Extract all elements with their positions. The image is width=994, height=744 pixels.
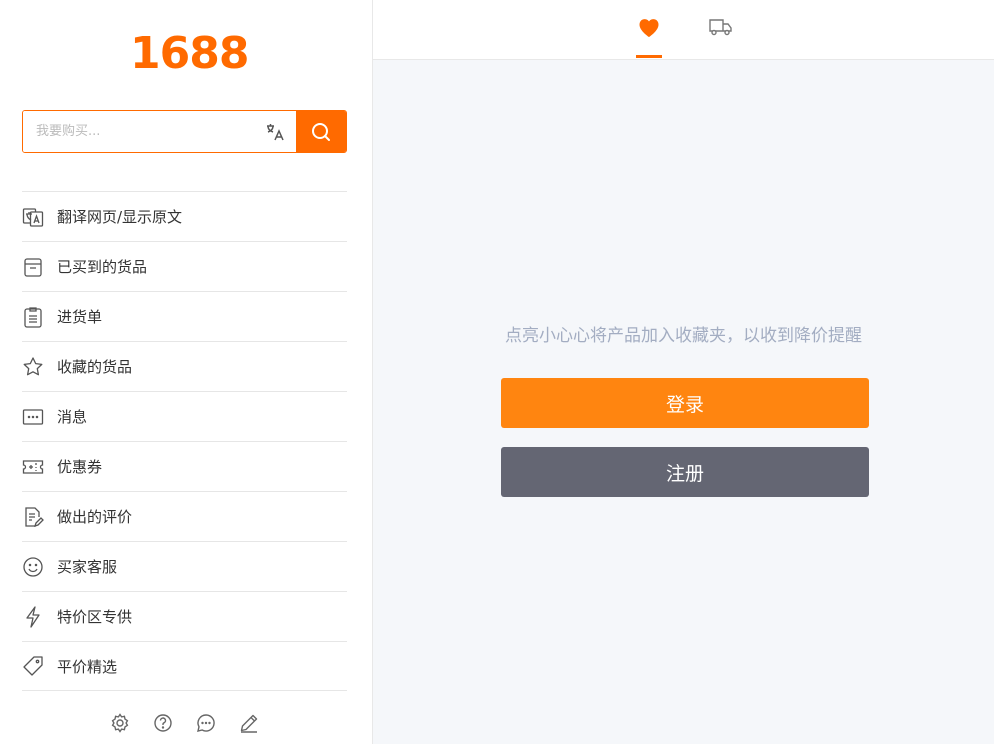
search-button[interactable] [296, 111, 346, 152]
list-doc-icon [22, 306, 44, 328]
lightning-icon [22, 605, 44, 628]
menu-item-cart[interactable]: 进货单 [22, 291, 347, 341]
menu-item-label: 买家客服 [57, 558, 118, 576]
menu-item-label: 消息 [57, 408, 88, 426]
menu-item-reviews[interactable]: 做出的评价 [22, 491, 347, 541]
heart-icon [639, 19, 659, 37]
translate-icon[interactable] [254, 111, 296, 152]
smile-icon [22, 556, 44, 578]
menu-item-messages[interactable]: 消息 [22, 391, 347, 441]
translate-page-icon [22, 206, 44, 228]
tab-shipping[interactable] [708, 0, 734, 60]
menu-item-label: 翻译网页/显示原文 [57, 208, 183, 226]
menu-item-purchased[interactable]: 已买到的货品 [22, 241, 347, 291]
search-icon [312, 122, 330, 141]
empty-favorites-message: 点亮小心心将产品加入收藏夹，以收到降价提醒 [505, 326, 862, 346]
settings-icon[interactable] [110, 713, 130, 733]
menu-item-favorites[interactable]: 收藏的货品 [22, 341, 347, 391]
star-icon [22, 356, 44, 378]
help-icon[interactable] [153, 713, 173, 733]
tag-icon [22, 655, 44, 677]
menu-item-selected[interactable]: 平价精选 [22, 641, 347, 691]
truck-icon [709, 19, 732, 36]
menu-item-translate[interactable]: 翻译网页/显示原文 [22, 191, 347, 241]
menu-item-label: 特价区专供 [57, 608, 133, 626]
message-icon [22, 406, 44, 428]
menu-item-label: 优惠券 [57, 458, 103, 476]
menu-item-label: 平价精选 [57, 657, 118, 676]
menu-item-label: 已买到的货品 [57, 258, 148, 276]
chat-icon[interactable] [196, 713, 216, 733]
logo[interactable]: 1688 [130, 28, 249, 80]
menu-item-specials[interactable]: 特价区专供 [22, 591, 347, 641]
tab-bar [373, 0, 994, 60]
tab-favorites[interactable] [636, 0, 662, 60]
menu-item-coupons[interactable]: 优惠券 [22, 441, 347, 491]
menu-item-service[interactable]: 买家客服 [22, 541, 347, 591]
register-button[interactable]: 注册 [501, 447, 869, 497]
search-bar [22, 110, 347, 153]
main-panel: 点亮小心心将产品加入收藏夹，以收到降价提醒 登录 注册 [373, 0, 994, 744]
menu-item-label: 做出的评价 [57, 508, 133, 526]
edit-doc-icon [22, 506, 44, 528]
menu-item-label: 进货单 [57, 308, 103, 326]
sidebar-menu: 翻译网页/显示原文 已买到的货品 进货单 收藏的货品 消息 优惠券 做出的评价 … [22, 191, 347, 691]
sidebar-footer [110, 713, 259, 733]
menu-item-label: 收藏的货品 [57, 358, 133, 376]
coupon-icon [22, 456, 44, 478]
sidebar: 1688 翻译网页/显示原 [0, 0, 373, 744]
login-button[interactable]: 登录 [501, 378, 869, 428]
pen-icon[interactable] [239, 713, 259, 733]
search-input[interactable] [23, 111, 254, 152]
box-icon [22, 256, 44, 278]
